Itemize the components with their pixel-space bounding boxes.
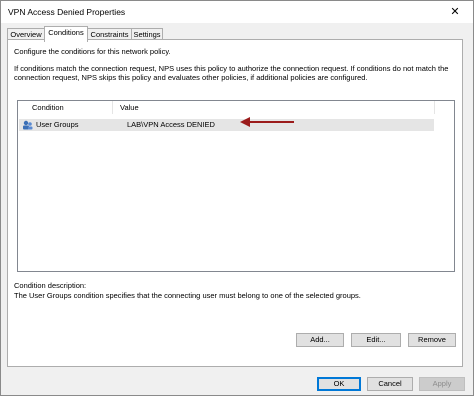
tab-conditions[interactable]: Conditions <box>44 26 88 42</box>
column-header-condition[interactable]: Condition <box>32 101 113 114</box>
condition-description-text: The User Groups condition specifies that… <box>14 291 361 300</box>
row-condition: User Groups <box>36 120 79 129</box>
user-group-icon <box>23 120 33 130</box>
column-header-value[interactable]: Value <box>120 101 435 114</box>
add-button[interactable]: Add... <box>296 333 344 347</box>
row-value: LAB\VPN Access DENIED <box>127 120 215 129</box>
window-title: VPN Access Denied Properties <box>8 7 126 17</box>
apply-button[interactable]: Apply <box>419 377 465 391</box>
table-row[interactable]: User Groups LAB\VPN Access DENIED <box>19 119 434 131</box>
edit-button[interactable]: Edit... <box>351 333 401 347</box>
conditions-list[interactable]: Condition Value User Groups LAB\VPN Acce… <box>17 100 455 272</box>
condition-description-label: Condition description: <box>14 281 87 290</box>
properties-dialog: VPN Access Denied Properties ✕ Overview … <box>0 0 474 396</box>
explanation-text: If conditions match the connection reque… <box>14 64 449 82</box>
ok-button[interactable]: OK <box>317 377 361 391</box>
remove-button[interactable]: Remove <box>408 333 456 347</box>
close-button[interactable]: ✕ <box>437 1 473 23</box>
annotation-arrow-icon <box>240 117 294 127</box>
title-bar: VPN Access Denied Properties ✕ <box>1 1 473 23</box>
cancel-button[interactable]: Cancel <box>367 377 413 391</box>
conditions-panel: Configure the conditions for this networ… <box>7 39 463 367</box>
intro-text: Configure the conditions for this networ… <box>14 47 171 56</box>
